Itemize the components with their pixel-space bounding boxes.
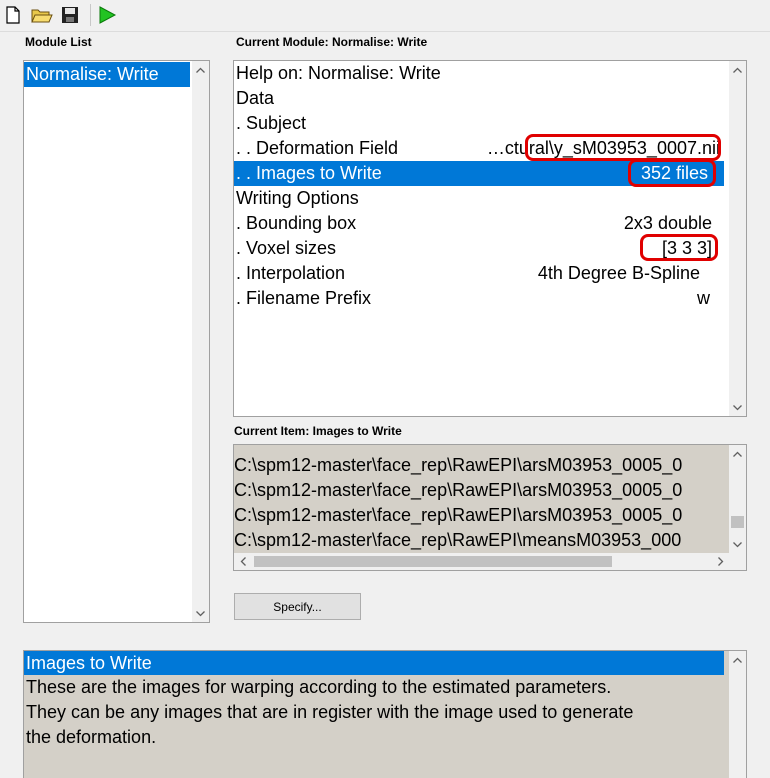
row-label: . Interpolation — [236, 263, 346, 283]
scroll-corner — [729, 553, 746, 570]
toolbar — [0, 0, 770, 32]
scroll-up-icon[interactable] — [729, 445, 746, 462]
toolbar-separator — [90, 4, 91, 26]
file-row[interactable]: C:\spm12-master\face_rep\RawEPI\arsM0395… — [234, 478, 729, 503]
scroll-down-icon[interactable] — [729, 399, 746, 416]
bounding-box-value: 2x3 double — [623, 213, 712, 233]
help-scrollbar[interactable] — [729, 651, 746, 778]
current-module-scrollbar[interactable] — [729, 61, 746, 416]
row-label: . . Deformation Field — [236, 138, 399, 158]
current-module-label: Current Module: Normalise: Write — [236, 35, 428, 49]
deformation-field-highlight — [525, 134, 721, 161]
voxel-sizes-highlight — [640, 234, 718, 261]
module-list[interactable]: Normalise: Write — [23, 60, 210, 623]
current-module-list[interactable]: Help on: Normalise: Write Data . Subject… — [233, 60, 747, 417]
file-list-hscrollbar[interactable] — [234, 553, 729, 570]
module-row-writing-options[interactable]: Writing Options — [234, 186, 724, 211]
row-label: Writing Options — [236, 188, 359, 208]
scroll-down-icon[interactable] — [192, 605, 209, 622]
module-row-help[interactable]: Help on: Normalise: Write — [234, 61, 724, 86]
new-file-icon[interactable] — [1, 3, 25, 27]
row-label: . . Images to Write — [236, 163, 382, 183]
current-item-label: Current Item: Images to Write — [234, 424, 402, 438]
scroll-up-icon[interactable] — [192, 61, 209, 78]
file-row[interactable]: C:\spm12-master\face_rep\RawEPI\meansM03… — [234, 528, 729, 553]
help-title: Images to Write — [24, 651, 724, 675]
save-icon[interactable] — [58, 3, 82, 27]
module-list-scrollbar[interactable] — [192, 61, 209, 622]
module-list-label: Module List — [25, 35, 92, 49]
scroll-up-icon[interactable] — [729, 61, 746, 78]
current-item-file-list[interactable]: C:\spm12-master\face_rep\RawEPI\arsM0395… — [233, 444, 747, 571]
images-count-highlight — [628, 159, 716, 187]
row-label: . Bounding box — [236, 213, 357, 233]
scroll-thumb[interactable] — [254, 556, 612, 567]
row-label: Data — [236, 88, 275, 108]
scroll-left-icon[interactable] — [234, 553, 251, 570]
specify-button[interactable]: Specify... — [234, 593, 361, 620]
file-row[interactable]: C:\spm12-master\face_rep\RawEPI\arsM0395… — [234, 503, 729, 528]
module-row-interpolation[interactable]: . Interpolation 4th Degree B-Spline — [234, 261, 724, 286]
row-label: . Filename Prefix — [236, 288, 372, 308]
scroll-up-icon[interactable] — [729, 651, 746, 668]
scroll-thumb[interactable] — [731, 516, 744, 528]
file-row[interactable]: C:\spm12-master\face_rep\RawEPI\arsM0395… — [234, 453, 729, 478]
row-label: . Voxel sizes — [236, 238, 337, 258]
row-label: . Subject — [236, 113, 307, 133]
help-text-line: the deformation. — [26, 727, 157, 747]
scroll-right-icon[interactable] — [712, 553, 729, 570]
module-row-subject[interactable]: . Subject — [234, 111, 724, 136]
help-panel[interactable]: Images to Write These are the images for… — [23, 650, 747, 778]
scroll-down-icon[interactable] — [729, 536, 746, 553]
interpolation-value: 4th Degree B-Spline — [537, 263, 700, 283]
help-text-line: These are the images for warping accordi… — [26, 677, 612, 697]
module-row-filename-prefix[interactable]: . Filename Prefix w — [234, 286, 724, 311]
module-row-bounding-box[interactable]: . Bounding box 2x3 double — [234, 211, 724, 236]
file-list-vscrollbar[interactable] — [729, 445, 746, 553]
filename-prefix-value: w — [697, 288, 710, 308]
help-text-line: They can be any images that are in regis… — [26, 702, 634, 722]
row-label: Help on: Normalise: Write — [236, 63, 441, 83]
module-row-data[interactable]: Data — [234, 86, 724, 111]
open-folder-icon[interactable] — [30, 3, 54, 27]
module-item-normalise-write[interactable]: Normalise: Write — [24, 62, 190, 87]
run-icon[interactable] — [95, 3, 119, 27]
